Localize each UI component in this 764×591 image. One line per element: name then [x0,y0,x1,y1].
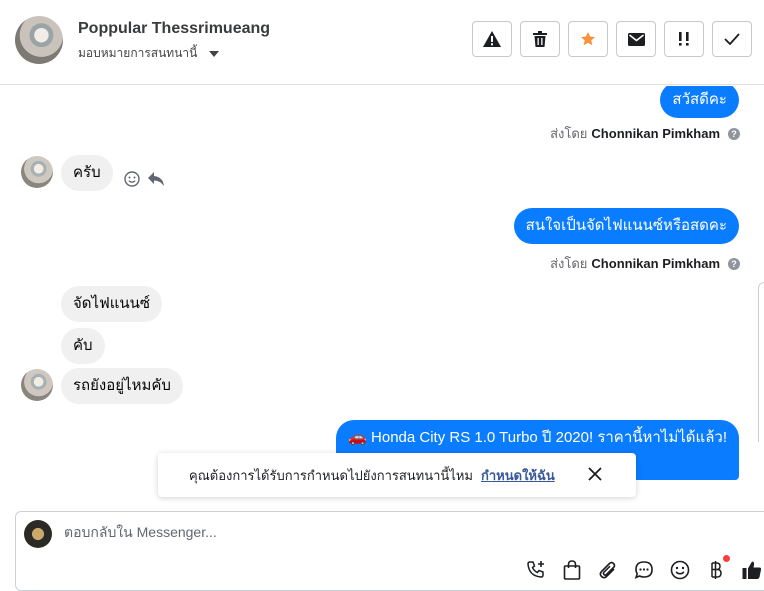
add-call-button[interactable] [524,558,548,582]
emoji-reaction-icon[interactable] [124,171,140,187]
star-button[interactable] [568,21,608,57]
star-icon [581,32,595,46]
sender-name: Chonnikan Pimkham [591,256,720,271]
mark-unread-button[interactable] [616,21,656,57]
mark-done-button[interactable] [712,21,752,57]
help-icon[interactable]: ? [728,127,740,140]
message-bubble-outgoing[interactable]: สนใจเป็นจัดไฟแนนซ์หรือสดคะ [513,208,739,244]
help-icon[interactable]: ? [728,257,740,270]
like-button[interactable] [740,558,764,582]
attach-file-button[interactable] [596,558,620,582]
assign-to-me-link[interactable]: กำหนดให้ฉัน [481,465,555,486]
assign-prompt-text: คุณต้องการได้รับการกำหนดไปยังการสนทนานี้… [189,467,473,483]
envelope-icon [627,32,645,46]
warning-icon [483,31,501,47]
composer-tools [524,555,764,582]
sent-by-line: ส่งโดย Chonnikan Pimkham ? [550,123,740,144]
message-bubble-outgoing[interactable]: สวัสดีคะ [660,86,739,118]
message-bubble-incoming[interactable]: รถยังอยู่ไหมคับ [61,368,183,404]
page-avatar [24,520,52,548]
assign-prompt-toast: คุณต้องการได้รับการกำหนดไปยังการสนทนานี้… [158,453,636,497]
message-thread[interactable]: สวัสดีคะ ส่งโดย Chonnikan Pimkham ? ครับ… [0,86,764,506]
shopping-bag-icon [563,560,581,580]
check-icon [724,33,740,45]
side-panel-edge [758,282,764,442]
contact-name[interactable]: Poppular Thessrimueang [78,20,270,38]
notification-dot [723,555,730,562]
like-icon [742,561,762,579]
contact-avatar-small[interactable] [21,156,53,188]
message-actions [124,171,164,187]
saved-replies-button[interactable] [632,558,656,582]
message-bubble-incoming[interactable]: คับ [61,328,105,364]
assign-conversation-dropdown[interactable]: มอบหมายการสนทนานี้ [78,44,220,63]
emoji-icon [670,560,690,580]
reply-icon[interactable] [148,172,164,186]
mark-spam-button[interactable] [472,21,512,57]
contact-avatar[interactable] [15,16,63,64]
message-composer [15,511,764,591]
saved-reply-icon [634,561,653,579]
reply-input[interactable] [64,524,664,540]
exclamation-icon [679,32,689,46]
sent-by-line: ส่งโดย Chonnikan Pimkham ? [550,253,740,274]
conversation-header: Poppular Thessrimueang มอบหมายการสนทนานี… [0,0,764,85]
chevron-down-icon [209,50,220,57]
message-bubble-incoming[interactable]: ครับ [61,155,113,191]
shop-button[interactable] [560,558,584,582]
call-add-icon [527,561,544,578]
delete-button[interactable] [520,21,560,57]
follow-up-button[interactable] [664,21,704,57]
baht-icon [711,561,722,579]
trash-icon [533,31,547,47]
emoji-button[interactable] [668,558,692,582]
sender-name: Chonnikan Pimkham [591,126,720,141]
contact-avatar-small[interactable] [21,369,53,401]
message-bubble-incoming[interactable]: จัดไฟแนนซ์ [61,286,163,322]
assign-label: มอบหมายการสนทนานี้ [78,46,198,60]
payment-button[interactable] [704,555,730,582]
attachment-icon [599,561,616,579]
close-icon[interactable] [588,467,602,481]
conversation-toolbar [472,21,752,57]
sent-by-prefix: ส่งโดย [550,256,588,271]
sent-by-prefix: ส่งโดย [550,126,588,141]
